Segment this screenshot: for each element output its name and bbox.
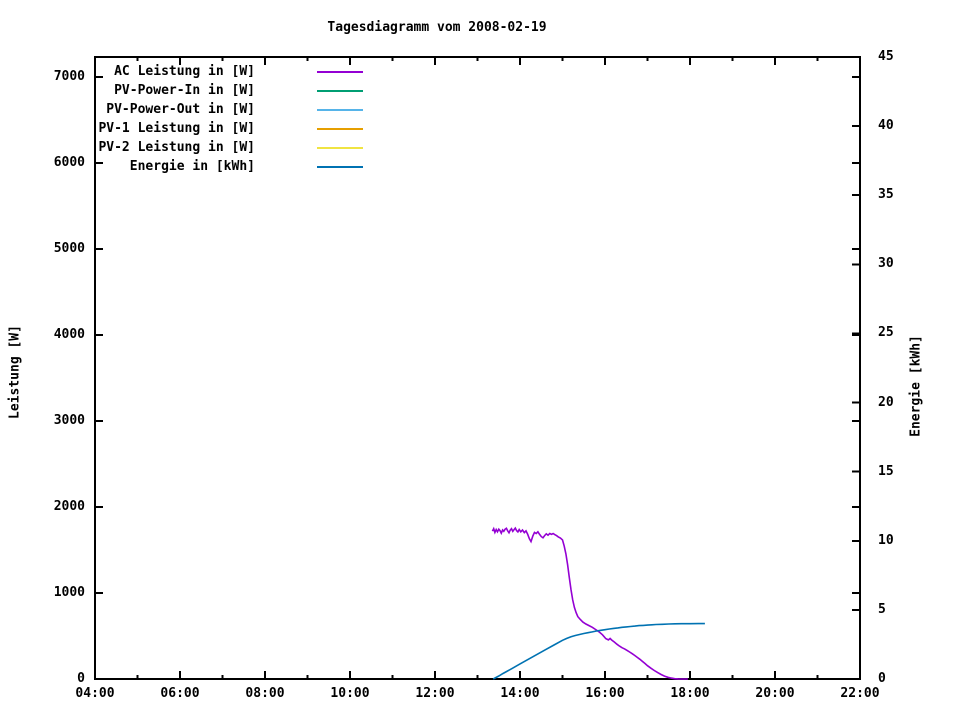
series-line-0 <box>491 526 688 680</box>
legend-label: PV-Power-Out in [W] <box>106 102 255 117</box>
legend-label: PV-Power-In in [W] <box>114 83 255 98</box>
legend-item-pv2-leistung: PV-2 Leistung in [W] <box>95 138 385 157</box>
legend-line-sample <box>317 128 363 130</box>
legend-item-pv1-leistung: PV-1 Leistung in [W] <box>95 119 385 138</box>
legend-item-pv-power-in: PV-Power-In in [W] <box>95 81 385 100</box>
legend-item-energie: Energie in [kWh] <box>95 157 385 176</box>
legend-line-sample <box>317 147 363 149</box>
tagesdiagramm-chart: Tagesdiagramm vom 2008-02-19 Leistung [W… <box>0 0 960 720</box>
legend-line-sample <box>317 71 363 73</box>
legend-item-ac-leistung: AC Leistung in [W] <box>95 62 385 81</box>
legend-item-pv-power-out: PV-Power-Out in [W] <box>95 100 385 119</box>
legend-label: Energie in [kWh] <box>129 159 255 174</box>
legend-line-sample <box>317 109 363 111</box>
legend-label: PV-2 Leistung in [W] <box>98 140 255 155</box>
legend-label: PV-1 Leistung in [W] <box>98 121 255 136</box>
legend-line-sample <box>317 166 363 168</box>
legend-label: AC Leistung in [W] <box>114 64 255 79</box>
legend-line-sample <box>317 90 363 92</box>
